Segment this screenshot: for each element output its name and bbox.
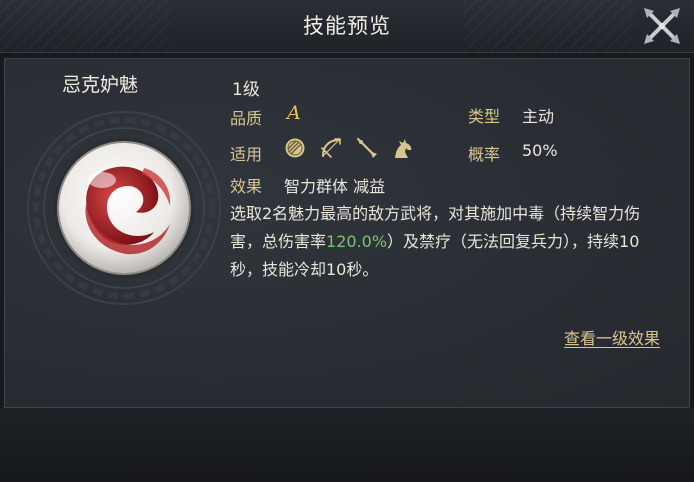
horse-icon bbox=[391, 136, 415, 160]
shield-icon bbox=[283, 136, 307, 160]
effect-value: 智力群体 减益 bbox=[284, 177, 386, 196]
description-highlight: 120.0% bbox=[326, 232, 388, 251]
skill-name: 忌克妒魅 bbox=[62, 74, 139, 96]
rate-label: 概率 bbox=[468, 145, 501, 164]
bottom-band bbox=[0, 408, 694, 482]
title-bar: 技能预览 bbox=[0, 0, 694, 53]
applicable-label: 适用 bbox=[230, 145, 263, 164]
red-swirl-emblem-icon bbox=[24, 108, 224, 308]
applicable-troops bbox=[283, 136, 415, 160]
close-icon bbox=[644, 8, 680, 44]
type-value: 主动 bbox=[522, 107, 555, 126]
close-button[interactable] bbox=[638, 2, 686, 50]
rate-value: 50% bbox=[522, 141, 558, 160]
skill-description: 选取2名魅力最高的敌方武将，对其施加中毒（持续智力伤害，总伤害率120.0%）及… bbox=[230, 200, 666, 284]
type-label: 类型 bbox=[468, 107, 501, 126]
skill-level: 1级 bbox=[232, 80, 260, 100]
bow-icon bbox=[319, 136, 343, 160]
effect-label: 效果 bbox=[230, 177, 263, 196]
view-level-one-effect-link[interactable]: 查看一级效果 bbox=[564, 325, 660, 349]
window-title: 技能预览 bbox=[303, 14, 391, 38]
spear-icon bbox=[355, 136, 379, 160]
quality-label: 品质 bbox=[230, 109, 263, 128]
quality-value: A bbox=[287, 102, 301, 124]
